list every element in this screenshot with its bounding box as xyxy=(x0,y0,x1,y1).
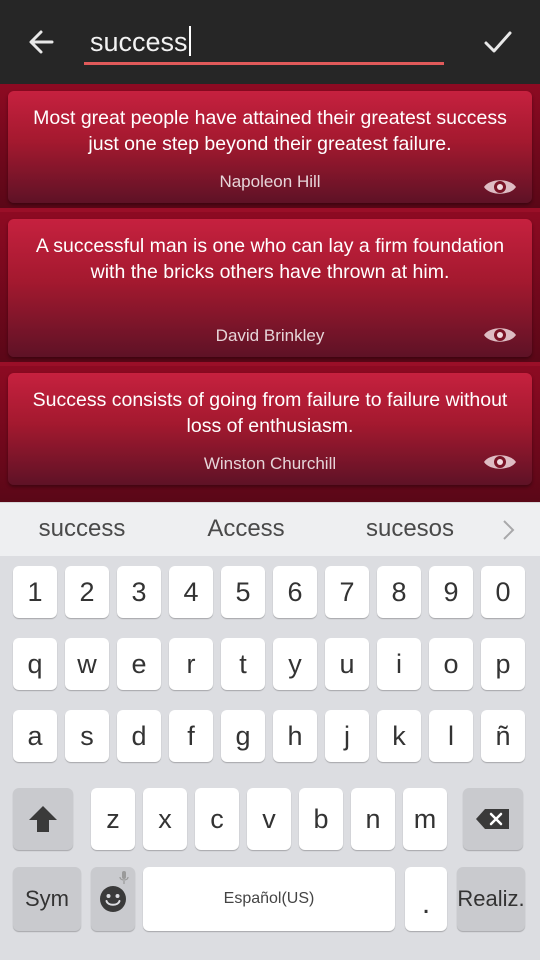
emoji-key[interactable] xyxy=(91,867,135,931)
mic-icon xyxy=(119,871,129,884)
key-9[interactable]: 9 xyxy=(429,566,473,618)
quote-card[interactable]: Success consists of going from failure t… xyxy=(8,373,532,485)
key-o[interactable]: o xyxy=(429,638,473,690)
key-f[interactable]: f xyxy=(169,710,213,762)
done-key[interactable]: Realiz. xyxy=(457,867,525,931)
eye-icon[interactable] xyxy=(482,450,518,474)
key-s[interactable]: s xyxy=(65,710,109,762)
key-e[interactable]: e xyxy=(117,638,161,690)
search-field[interactable]: success xyxy=(84,22,444,65)
quote-card[interactable]: Most great people have attained their gr… xyxy=(8,91,532,203)
key-d[interactable]: d xyxy=(117,710,161,762)
eye-icon[interactable] xyxy=(482,175,518,199)
key-n[interactable]: n xyxy=(351,788,395,850)
key-z[interactable]: z xyxy=(91,788,135,850)
key-7[interactable]: 7 xyxy=(325,566,369,618)
suggestion-item[interactable]: Access xyxy=(166,515,326,543)
key-p[interactable]: p xyxy=(481,638,525,690)
suggestion-bar: success Access sucesos xyxy=(0,502,540,557)
emoji-icon xyxy=(100,886,126,912)
backspace-icon xyxy=(476,809,509,829)
text-cursor xyxy=(188,26,191,56)
key-k[interactable]: k xyxy=(377,710,421,762)
chevron-right-icon[interactable] xyxy=(498,517,518,543)
key-g[interactable]: g xyxy=(221,710,265,762)
key-h[interactable]: h xyxy=(273,710,317,762)
key-4[interactable]: 4 xyxy=(169,566,213,618)
symbols-key[interactable]: Sym xyxy=(13,867,81,931)
suggestion-item[interactable]: success xyxy=(2,515,162,543)
key-x[interactable]: x xyxy=(143,788,187,850)
key-v[interactable]: v xyxy=(247,788,291,850)
key-y[interactable]: y xyxy=(273,638,317,690)
key-l[interactable]: l xyxy=(429,710,473,762)
quote-text: Most great people have attained their gr… xyxy=(33,107,507,155)
suggestion-item[interactable]: sucesos xyxy=(330,515,490,543)
shift-icon xyxy=(29,806,57,832)
key-w[interactable]: w xyxy=(65,638,109,690)
period-key[interactable]: . xyxy=(405,867,447,931)
confirm-button[interactable] xyxy=(480,24,516,60)
key-c[interactable]: c xyxy=(195,788,239,850)
eye-icon[interactable] xyxy=(482,323,518,347)
key-0[interactable]: 0 xyxy=(481,566,525,618)
key-j[interactable]: j xyxy=(325,710,369,762)
arrow-left-icon xyxy=(29,30,54,54)
key-6[interactable]: 6 xyxy=(273,566,317,618)
key-n-tilde[interactable]: ñ xyxy=(481,710,525,762)
key-q[interactable]: q xyxy=(13,638,57,690)
key-3[interactable]: 3 xyxy=(117,566,161,618)
key-r[interactable]: r xyxy=(169,638,213,690)
key-a[interactable]: a xyxy=(13,710,57,762)
key-t[interactable]: t xyxy=(221,638,265,690)
search-toolbar: success xyxy=(0,0,540,84)
quote-text: Success consists of going from failure t… xyxy=(32,389,508,437)
check-icon xyxy=(484,31,512,53)
shift-key[interactable] xyxy=(13,788,73,850)
key-5[interactable]: 5 xyxy=(221,566,265,618)
key-8[interactable]: 8 xyxy=(377,566,421,618)
backspace-key[interactable] xyxy=(463,788,523,850)
quote-list: Most great people have attained their gr… xyxy=(0,84,540,502)
back-button[interactable] xyxy=(24,24,60,60)
quote-author: David Brinkley xyxy=(215,326,325,345)
space-key[interactable]: Español(US) xyxy=(143,867,395,931)
quote-author: Napoleon Hill xyxy=(219,172,321,191)
key-b[interactable]: b xyxy=(299,788,343,850)
quote-text: A successful man is one who can lay a fi… xyxy=(35,235,505,283)
key-m[interactable]: m xyxy=(403,788,447,850)
key-2[interactable]: 2 xyxy=(65,566,109,618)
key-i[interactable]: i xyxy=(377,638,421,690)
quote-card[interactable]: A successful man is one who can lay a fi… xyxy=(8,219,532,357)
key-u[interactable]: u xyxy=(325,638,369,690)
quote-author: Winston Churchill xyxy=(203,454,337,473)
key-1[interactable]: 1 xyxy=(13,566,57,618)
search-input[interactable]: success xyxy=(90,26,191,58)
keyboard: 1 2 3 4 5 6 7 8 9 0 q w e r t y u i o p … xyxy=(0,556,540,960)
